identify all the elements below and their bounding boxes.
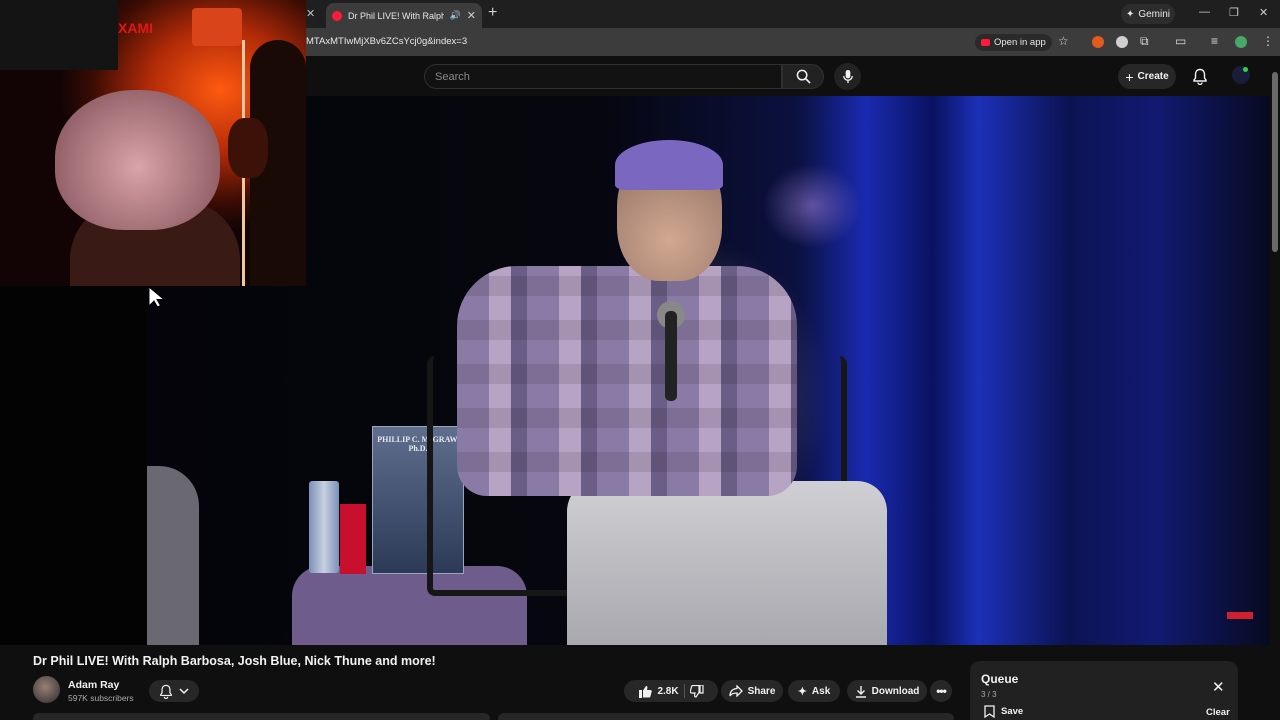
like-count: 2.8K [657,685,679,697]
queue-close-icon[interactable]: ✕ [1212,678,1225,696]
tab-active[interactable]: Dr Phil LIVE! With Ralph Ba 🔊 ✕ [326,3,482,28]
scrollbar-thumb[interactable] [1272,72,1278,252]
like-button[interactable]: 2.8K [638,685,679,698]
queue-title: Queue [981,672,1019,686]
close-window-icon[interactable]: ✕ [1259,6,1268,19]
video-title: Dr Phil LIVE! With Ralph Barbosa, Josh B… [33,654,436,668]
profile-avatar-icon[interactable] [1235,36,1247,48]
search-icon [796,69,811,84]
close-tab-icon[interactable]: ✕ [467,9,476,22]
chevron-down-icon [179,687,189,694]
microphone-handle [665,311,677,401]
sparkle-icon: ✦ [797,685,807,698]
tab-title: Dr Phil LIVE! With Ralph Ba [348,10,444,21]
gemini-button[interactable]: ✦ Gemini [1121,4,1175,24]
media-control-icon[interactable]: ≡ [1211,34,1218,48]
speaker-icon[interactable]: 🔊 [450,10,461,21]
more-actions-button[interactable]: ••• [930,680,952,702]
queue-panel: Queue 3 / 3 ✕ Save Clear [970,661,1238,720]
channel-name[interactable]: Adam Ray [68,679,119,691]
video-can [309,481,339,573]
download-label: Download [871,685,920,697]
microphone-icon [842,69,853,84]
more-horizontal-icon: ••• [936,684,947,698]
extension-circle-icon[interactable] [1116,36,1128,48]
video-person-legs [567,481,887,645]
search-input[interactable] [435,70,765,83]
browser-menu-icon[interactable]: ⋮ [1262,34,1274,48]
dark-side-panel [0,286,147,645]
lamp [192,8,242,46]
open-in-app-button[interactable]: Open in app [975,34,1052,51]
share-label: Share [747,685,776,697]
mouse-cursor-icon [148,286,166,308]
share-button[interactable]: Share [721,680,783,702]
share-arrow-icon [728,685,743,697]
poster-text: XAMI [118,20,153,36]
video-red-cup [340,504,366,574]
create-label: Create [1137,71,1169,82]
sparkle-icon: ✦ [1125,8,1135,20]
extensions-puzzle-icon[interactable]: ⧉ [1140,34,1149,49]
search-box[interactable] [424,64,782,89]
extension-fox-icon[interactable] [1092,36,1104,48]
queue-save-button[interactable]: Save [984,705,1023,718]
plus-icon: + [1125,68,1134,85]
new-tab-button[interactable]: + [488,4,497,22]
queue-save-label: Save [1001,706,1024,717]
create-button[interactable]: + Create [1118,64,1176,89]
subscriber-count: 597K subscribers [68,693,134,703]
person-mask [55,90,220,230]
url-text[interactable]: MTAxMTIwMjXBv6ZCsYcj0g&index=3 [306,36,467,47]
thumbs-down-icon[interactable] [689,684,704,698]
comments-panel-edge [498,713,954,720]
cast-icon[interactable]: ▭ [1175,34,1186,48]
bookmark-icon [984,705,995,718]
video-person-torso [457,266,797,496]
subscribe-watermark[interactable] [1227,612,1253,619]
video-left-figure [147,466,199,645]
search-button[interactable] [782,64,824,89]
background-figure [228,118,268,178]
queue-count: 3 / 3 [981,690,997,699]
download-icon [855,685,866,698]
youtube-icon [981,39,990,46]
video-person-hair [615,140,723,190]
subscription-notification-button[interactable] [149,680,199,702]
ask-button[interactable]: ✦ Ask [788,680,840,702]
restore-icon[interactable]: ❐ [1229,6,1239,19]
queue-clear-button[interactable]: Clear [1206,707,1230,718]
ask-label: Ask [811,685,831,697]
gemini-label: Gemini [1138,8,1171,20]
youtube-favicon-icon [332,10,342,21]
minimize-icon[interactable]: — [1199,6,1210,18]
notifications-bell-icon[interactable] [1192,68,1208,85]
open-in-app-label: Open in app [994,37,1046,48]
video-player[interactable]: PHILLIP C. McGRAW, Ph.D. [147,96,1270,645]
close-tab-icon[interactable]: ✕ [306,7,315,20]
wall-poster [0,0,118,70]
like-divider [683,684,685,698]
webcam-overlay: XAMI [0,0,306,286]
bookmark-star-icon[interactable]: ☆ [1058,34,1069,48]
channel-avatar[interactable] [33,676,60,703]
account-avatar[interactable] [1232,66,1250,84]
thumbs-up-icon [639,685,653,698]
like-dislike-group: 2.8K [624,680,718,702]
download-button[interactable]: Download [847,680,927,702]
voice-search-button[interactable] [834,63,861,90]
description-panel-edge [33,713,490,720]
bell-icon [160,684,172,699]
